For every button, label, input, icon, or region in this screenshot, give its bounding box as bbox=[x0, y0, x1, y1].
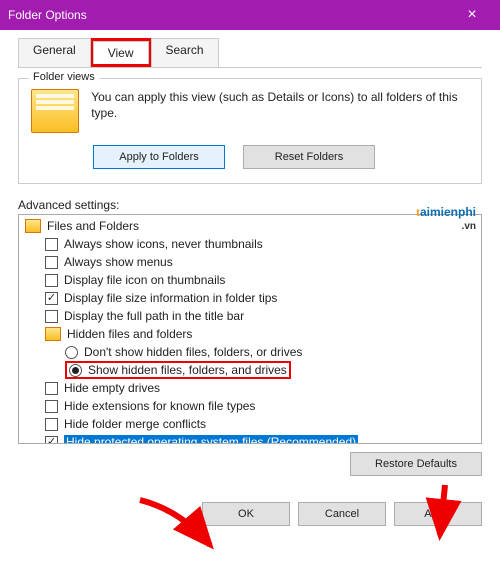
cancel-button[interactable]: Cancel bbox=[298, 502, 386, 526]
view-tab-highlight: View bbox=[90, 38, 151, 67]
close-icon[interactable]: × bbox=[452, 0, 492, 30]
restore-defaults-button[interactable]: Restore Defaults bbox=[350, 452, 482, 476]
tree-radio-item[interactable]: Show hidden files, folders, and drives bbox=[19, 361, 481, 379]
tree-radio-item[interactable]: Don't show hidden files, folders, or dri… bbox=[19, 343, 481, 361]
tree-item[interactable]: Hide empty drives bbox=[19, 379, 481, 397]
show-hidden-highlight: Show hidden files, folders, and drives bbox=[65, 361, 291, 379]
tree-item[interactable]: Display the full path in the title bar bbox=[19, 307, 481, 325]
checkbox-icon[interactable] bbox=[45, 382, 58, 395]
tab-view[interactable]: View bbox=[93, 41, 149, 64]
folder-views-legend: Folder views bbox=[29, 71, 99, 83]
apply-to-folders-button[interactable]: Apply to Folders bbox=[93, 145, 225, 169]
tree-item[interactable]: Always show icons, never thumbnails bbox=[19, 235, 481, 253]
title-bar: Folder Options × bbox=[0, 0, 500, 30]
checkbox-icon[interactable] bbox=[45, 256, 58, 269]
tree-subgroup[interactable]: Hidden files and folders bbox=[19, 325, 481, 343]
folder-views-group: Folder views You can apply this view (su… bbox=[18, 78, 482, 184]
dialog-body: General View Search Folder views You can… bbox=[0, 30, 500, 534]
checkbox-icon[interactable] bbox=[45, 418, 58, 431]
folder-icon bbox=[45, 327, 61, 341]
folder-views-icon bbox=[31, 89, 79, 133]
apply-button[interactable]: Apply bbox=[394, 502, 482, 526]
checkbox-icon[interactable] bbox=[45, 238, 58, 251]
checkbox-icon[interactable] bbox=[45, 292, 58, 305]
checkbox-icon[interactable] bbox=[45, 310, 58, 323]
advanced-settings-tree[interactable]: Files and Folders Always show icons, nev… bbox=[18, 214, 482, 444]
tree-item[interactable]: Hide extensions for known file types bbox=[19, 397, 481, 415]
tree-item[interactable]: Display file icon on thumbnails bbox=[19, 271, 481, 289]
checkbox-icon[interactable] bbox=[45, 274, 58, 287]
window-title: Folder Options bbox=[8, 8, 452, 22]
radio-icon[interactable] bbox=[65, 346, 78, 359]
radio-icon[interactable] bbox=[69, 364, 82, 377]
tree-item[interactable]: Always show menus bbox=[19, 253, 481, 271]
checkbox-icon[interactable] bbox=[45, 436, 58, 445]
tree-root[interactable]: Files and Folders bbox=[19, 217, 481, 235]
reset-folders-button[interactable]: Reset Folders bbox=[243, 145, 375, 169]
tree-item[interactable]: Display file size information in folder … bbox=[19, 289, 481, 307]
ok-button[interactable]: OK bbox=[202, 502, 290, 526]
tree-item-selected[interactable]: Hide protected operating system files (R… bbox=[19, 433, 481, 444]
folder-icon bbox=[25, 219, 41, 233]
tab-search[interactable]: Search bbox=[151, 38, 219, 67]
checkbox-icon[interactable] bbox=[45, 400, 58, 413]
tab-general[interactable]: General bbox=[18, 38, 91, 67]
tab-strip: General View Search bbox=[18, 38, 482, 68]
folder-views-text: You can apply this view (such as Details… bbox=[91, 89, 469, 121]
tree-item[interactable]: Hide folder merge conflicts bbox=[19, 415, 481, 433]
dialog-buttons: OK Cancel Apply bbox=[18, 502, 482, 526]
advanced-settings-label: Advanced settings: bbox=[18, 198, 482, 212]
